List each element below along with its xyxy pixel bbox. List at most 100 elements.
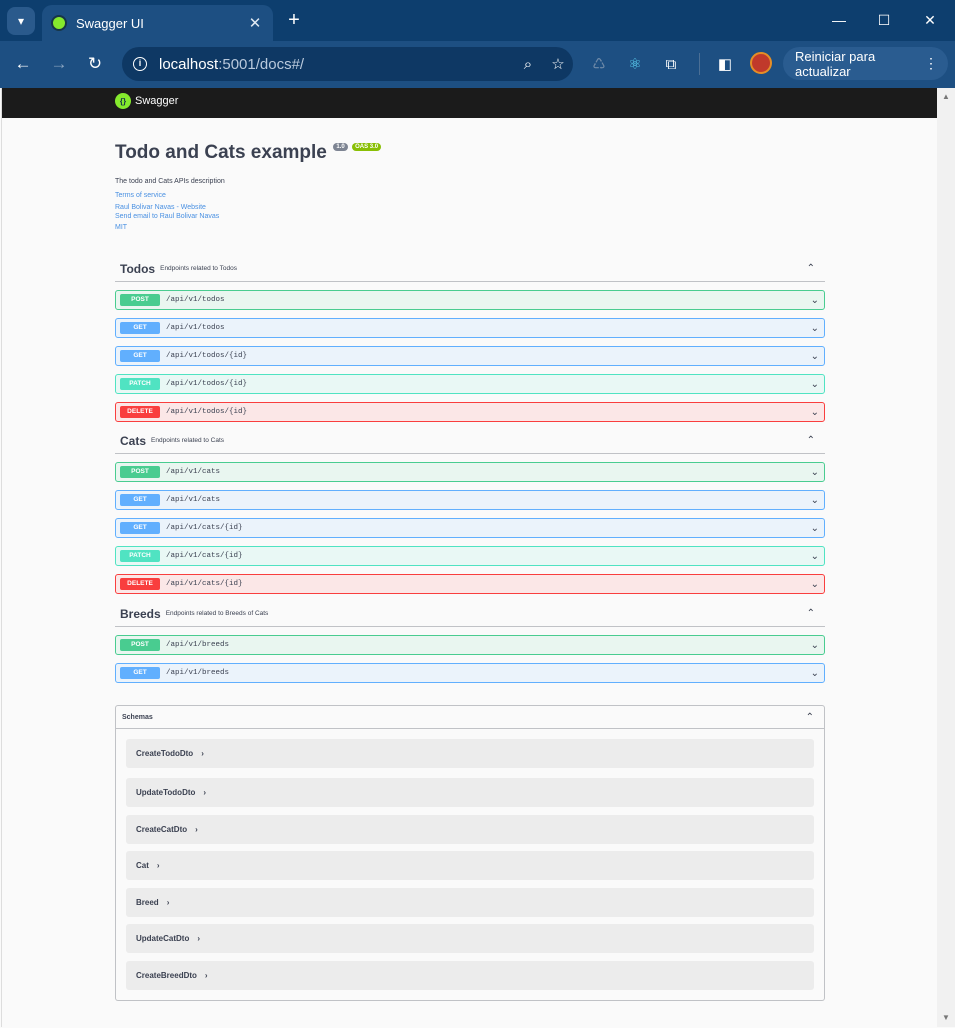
operation-path: /api/v1/todos/{id} [166,408,248,416]
operation-get-todos[interactable]: GET/api/v1/todos ⌄ [115,318,825,338]
operation-path: /api/v1/todos [166,296,225,304]
forward-button[interactable]: → [46,51,72,77]
method-badge: DELETE [120,406,160,418]
schema-model[interactable]: CreateBreedDto › [126,961,814,990]
tag-section-todos: Todos Endpoints related to Todos ⌃ POST /… [115,256,825,422]
update-label: Reiniciar para actualizar [795,48,876,79]
schema-model[interactable]: UpdateTodoDto › [126,778,814,807]
close-tab-icon[interactable]: ✕ [243,14,267,32]
schema-model[interactable]: CreateCatDto › [126,815,814,844]
new-tab-button[interactable]: + [283,8,305,32]
method-badge: GET [120,522,160,534]
chevron-down-icon[interactable]: ⌄ [811,495,819,506]
email-link[interactable]: Send email to Raul Bolivar Navas [115,213,825,220]
tag-header-cats[interactable]: Cats Endpoints related to Cats ⌃ [115,428,825,454]
operation-path: /api/v1/todos/{id} [166,380,248,388]
menu-dots-icon[interactable]: ⋮ [924,55,938,72]
chevron-right-icon: › [204,971,208,980]
license-link[interactable]: MIT [115,224,825,231]
chevron-up-icon[interactable]: ⌃ [806,712,814,723]
tab-search-button[interactable]: ▾ [7,7,35,35]
operation-path: /api/v1/cats/{id} [166,524,243,532]
swagger-favicon-icon [51,15,67,31]
site-info-icon[interactable]: i [129,53,151,75]
operation-patch-todo[interactable]: PATCH/api/v1/todos/{id} ⌄ [115,374,825,394]
operation-post-breeds[interactable]: POST/api/v1/breeds ⌄ [115,635,825,655]
schema-model[interactable]: Breed › [126,888,814,917]
method-badge: GET [120,322,160,334]
model-name: CreateBreedDto [136,971,197,980]
swagger-logo[interactable]: {} Swagger [115,93,178,109]
recycle-extension-icon[interactable]: ♺ [588,53,610,75]
chevron-right-icon: › [156,861,160,870]
schema-model[interactable]: CreateTodoDto › [126,739,814,768]
back-button[interactable]: ← [10,51,36,77]
profile-avatar[interactable] [750,52,772,74]
chevron-down-icon[interactable]: ⌄ [811,323,819,334]
url-text[interactable]: localhost:5001/docs#/ [159,56,513,73]
chevron-down-icon[interactable]: ⌄ [811,579,819,590]
method-badge: GET [120,667,160,679]
schema-model[interactable]: UpdateCatDto › [126,924,814,953]
chevron-down-icon[interactable]: ⌄ [811,523,819,534]
chevron-up-icon[interactable]: ⌃ [807,435,815,446]
terms-link[interactable]: Terms of service [115,192,825,199]
address-bar[interactable]: i localhost:5001/docs#/ ⌕ ☆ [122,47,573,81]
operation-get-todo-by-id[interactable]: GET/api/v1/todos/{id} ⌄ [115,346,825,366]
method-badge: PATCH [120,550,160,562]
schema-model[interactable]: Cat › [126,851,814,880]
method-badge: PATCH [120,378,160,390]
scroll-down-icon[interactable]: ▼ [942,1013,950,1022]
zoom-icon[interactable]: ⌕ [513,56,543,73]
chevron-down-icon[interactable]: ⌄ [811,551,819,562]
operation-path: /api/v1/cats [166,496,221,504]
chevron-up-icon[interactable]: ⌃ [807,608,815,619]
operation-post-cats[interactable]: POST/api/v1/cats ⌄ [115,462,825,482]
tag-description: Endpoints related to Cats [151,437,225,444]
api-title: Todo and Cats example [115,142,327,163]
model-name: Breed [136,898,159,907]
react-devtools-icon[interactable]: ⚛ [624,53,646,75]
toolbar-divider [699,53,700,75]
update-button[interactable]: Reiniciar para actualizar ⋮ [783,47,948,80]
method-badge: POST [120,639,160,651]
operation-path: /api/v1/cats/{id} [166,552,243,560]
bookmark-star-icon[interactable]: ☆ [543,55,573,73]
chevron-down-icon[interactable]: ⌄ [811,351,819,362]
chevron-down-icon[interactable]: ⌄ [811,295,819,306]
schemas-header[interactable]: Schemas ⌃ [116,706,824,729]
chevron-down-icon[interactable]: ⌄ [811,379,819,390]
tag-name: Breeds [120,606,161,621]
operation-get-cats[interactable]: GET/api/v1/cats ⌄ [115,490,825,510]
website-link[interactable]: Raul Bolivar Navas - Website [115,204,825,211]
browser-tab[interactable]: Swagger UI ✕ [42,5,273,41]
operation-path: /api/v1/cats [166,468,221,476]
operation-post-todos[interactable]: POST/api/v1/todos ⌄ [115,290,825,310]
extensions-puzzle-icon[interactable]: ⧉ [660,53,682,75]
operation-get-breeds[interactable]: GET/api/v1/breeds ⌄ [115,663,825,683]
operation-path: /api/v1/todos [166,324,225,332]
chevron-up-icon[interactable]: ⌃ [807,263,815,274]
operation-delete-todo[interactable]: DELETE/api/v1/todos/{id} ⌄ [115,402,825,422]
chevron-down-icon[interactable]: ⌄ [811,467,819,478]
tag-header-todos[interactable]: Todos Endpoints related to Todos ⌃ [115,256,825,282]
chevron-down-icon[interactable]: ⌄ [811,407,819,418]
scroll-up-icon[interactable]: ▲ [942,92,950,101]
chevron-down-icon[interactable]: ⌄ [811,668,819,679]
close-window-button[interactable]: ✕ [918,8,942,32]
minimize-button[interactable]: — [827,8,851,32]
side-panel-icon[interactable]: ◧ [714,53,736,75]
chevron-right-icon: › [201,749,204,758]
chevron-down-icon[interactable]: ⌄ [811,640,819,651]
maximize-button[interactable]: ☐ [872,8,896,32]
reload-button[interactable]: ↻ [82,51,108,77]
page-scrollbar[interactable]: ▲ ▼ [937,88,955,1027]
tag-section-breeds: Breeds Endpoints related to Breeds of Ca… [115,601,825,683]
operation-get-cat-by-id[interactable]: GET/api/v1/cats/{id} ⌄ [115,518,825,538]
swagger-topbar: {} Swagger [2,88,937,118]
operation-delete-cat[interactable]: DELETE/api/v1/cats/{id} ⌄ [115,574,825,594]
operation-patch-cat[interactable]: PATCH/api/v1/cats/{id} ⌄ [115,546,825,566]
method-badge: GET [120,494,160,506]
tag-header-breeds[interactable]: Breeds Endpoints related to Breeds of Ca… [115,601,825,627]
version-badge: 1.0 [333,143,348,151]
